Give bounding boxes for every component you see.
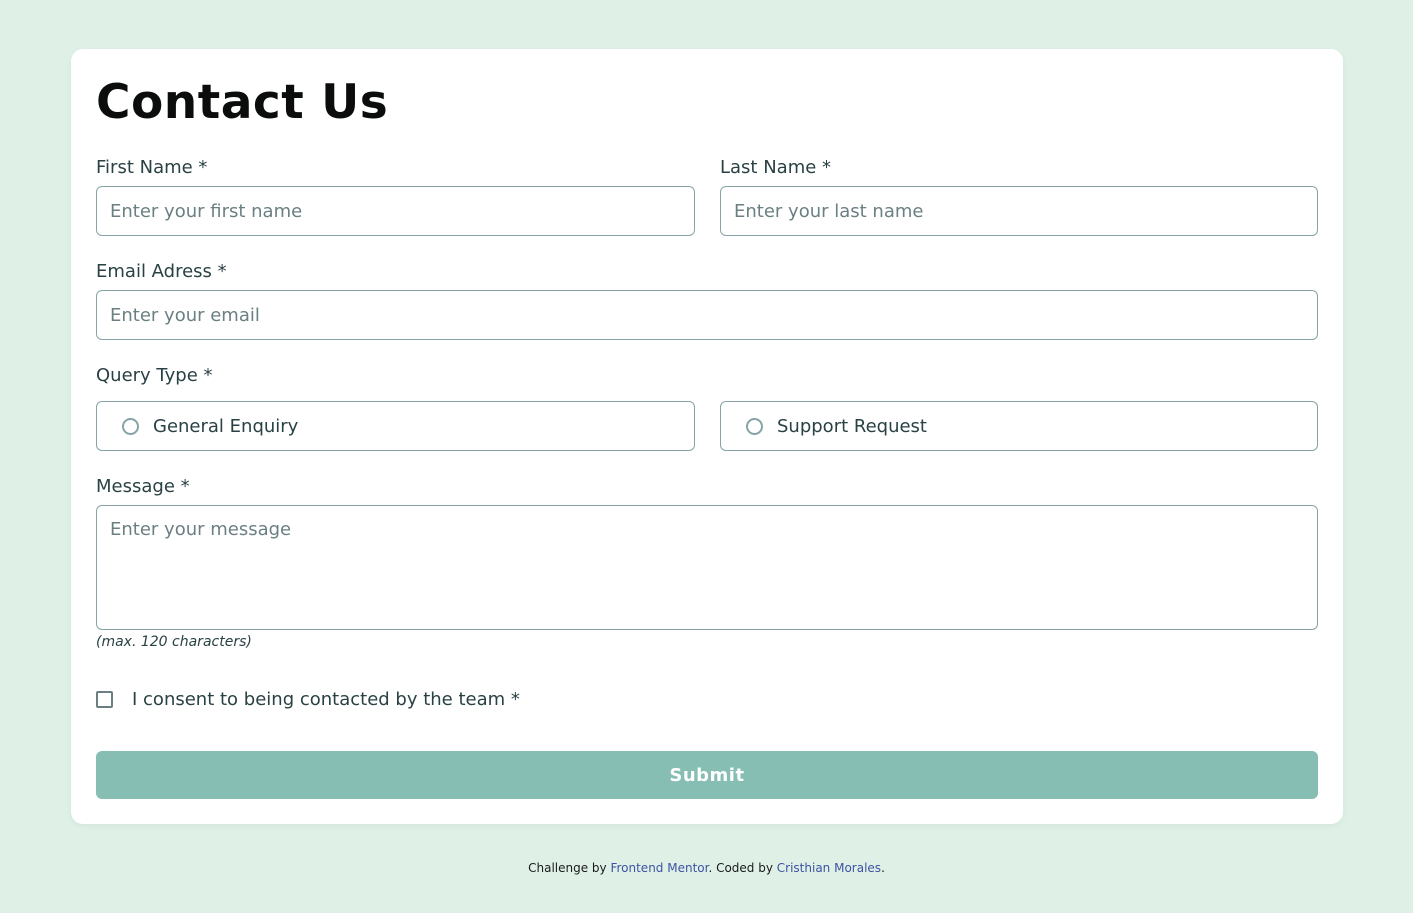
footer-text: . Coded by: [708, 861, 777, 875]
message-label: Message *: [96, 476, 190, 497]
last-name-input[interactable]: [720, 186, 1318, 236]
attribution-footer: Challenge by Frontend Mentor. Coded by C…: [0, 861, 1413, 875]
email-input[interactable]: [96, 290, 1318, 340]
footer-text: .: [881, 861, 885, 875]
author-link[interactable]: Cristhian Morales: [777, 861, 881, 875]
first-name-input[interactable]: [96, 186, 695, 236]
query-option-label: General Enquiry: [153, 415, 299, 437]
query-option-label: Support Request: [777, 415, 927, 437]
query-option-general-enquiry[interactable]: General Enquiry: [96, 401, 695, 451]
first-name-label: First Name *: [96, 157, 208, 178]
footer-text: Challenge by: [528, 861, 611, 875]
submit-button[interactable]: Submit: [96, 751, 1318, 799]
radio-button-icon[interactable]: [746, 417, 763, 435]
page-title: Contact Us: [96, 75, 389, 130]
contact-form-card: Contact Us First Name * Last Name * Emai…: [71, 49, 1343, 824]
message-textarea[interactable]: [96, 505, 1318, 630]
consent-label: I consent to being contacted by the team…: [132, 689, 520, 710]
query-type-label: Query Type *: [96, 365, 213, 386]
radio-button-icon[interactable]: [122, 417, 139, 435]
frontend-mentor-link[interactable]: Frontend Mentor: [610, 861, 708, 875]
message-char-limit-hint: (max. 120 characters): [96, 634, 252, 650]
consent-row[interactable]: I consent to being contacted by the team…: [96, 689, 520, 710]
query-option-support-request[interactable]: Support Request: [720, 401, 1318, 451]
email-label: Email Adress *: [96, 261, 227, 282]
last-name-label: Last Name *: [720, 157, 832, 178]
consent-checkbox[interactable]: [96, 691, 113, 708]
